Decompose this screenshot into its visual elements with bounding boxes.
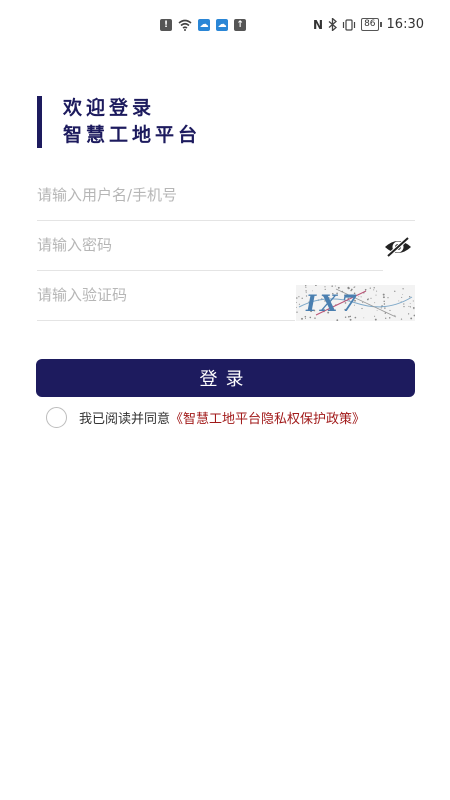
agree-radio[interactable] [46, 407, 67, 428]
privacy-policy-link[interactable]: 《智慧工地平台隐私权保护政策》 [170, 408, 365, 427]
alert-icon: ! [160, 19, 172, 31]
status-icons-right: N 86 16:30 [313, 17, 424, 32]
battery-level: 86 [361, 18, 379, 31]
battery-icon: 86 [361, 18, 382, 31]
wifi-icon [178, 19, 192, 31]
login-button[interactable]: 登录 [36, 359, 415, 397]
welcome-title: 欢迎登录 [63, 97, 156, 119]
upload-icon: ↑ [234, 19, 246, 31]
platform-title: 智慧工地平台 [63, 124, 202, 146]
bluetooth-icon [328, 18, 338, 31]
cloud-icon: ☁ [216, 19, 228, 31]
username-input[interactable] [37, 186, 415, 204]
weather-icon: ☁ [198, 19, 210, 31]
agree-text: 我已阅读并同意 [79, 412, 171, 427]
captcha-text: IX7 [305, 291, 361, 317]
eye-off-icon[interactable] [383, 236, 413, 258]
nfc-icon: N [313, 17, 324, 32]
username-field-row [37, 172, 415, 221]
captcha-input[interactable] [37, 286, 295, 304]
heading-accent-bar [37, 96, 42, 148]
status-bar: ! ☁ ☁ ↑ N 86 16:30 [0, 0, 450, 52]
privacy-agreement: 我已阅读并同意 《智慧工地平台隐私权保护政策》 [46, 407, 365, 428]
captcha-field-row [37, 272, 295, 321]
captcha-image[interactable]: IX7 [295, 284, 416, 322]
password-input[interactable] [37, 236, 383, 254]
vibrate-icon [342, 18, 356, 31]
password-field-row [37, 222, 383, 271]
status-time: 16:30 [386, 17, 424, 32]
status-icons-left: ! ☁ ☁ ↑ [160, 19, 246, 31]
